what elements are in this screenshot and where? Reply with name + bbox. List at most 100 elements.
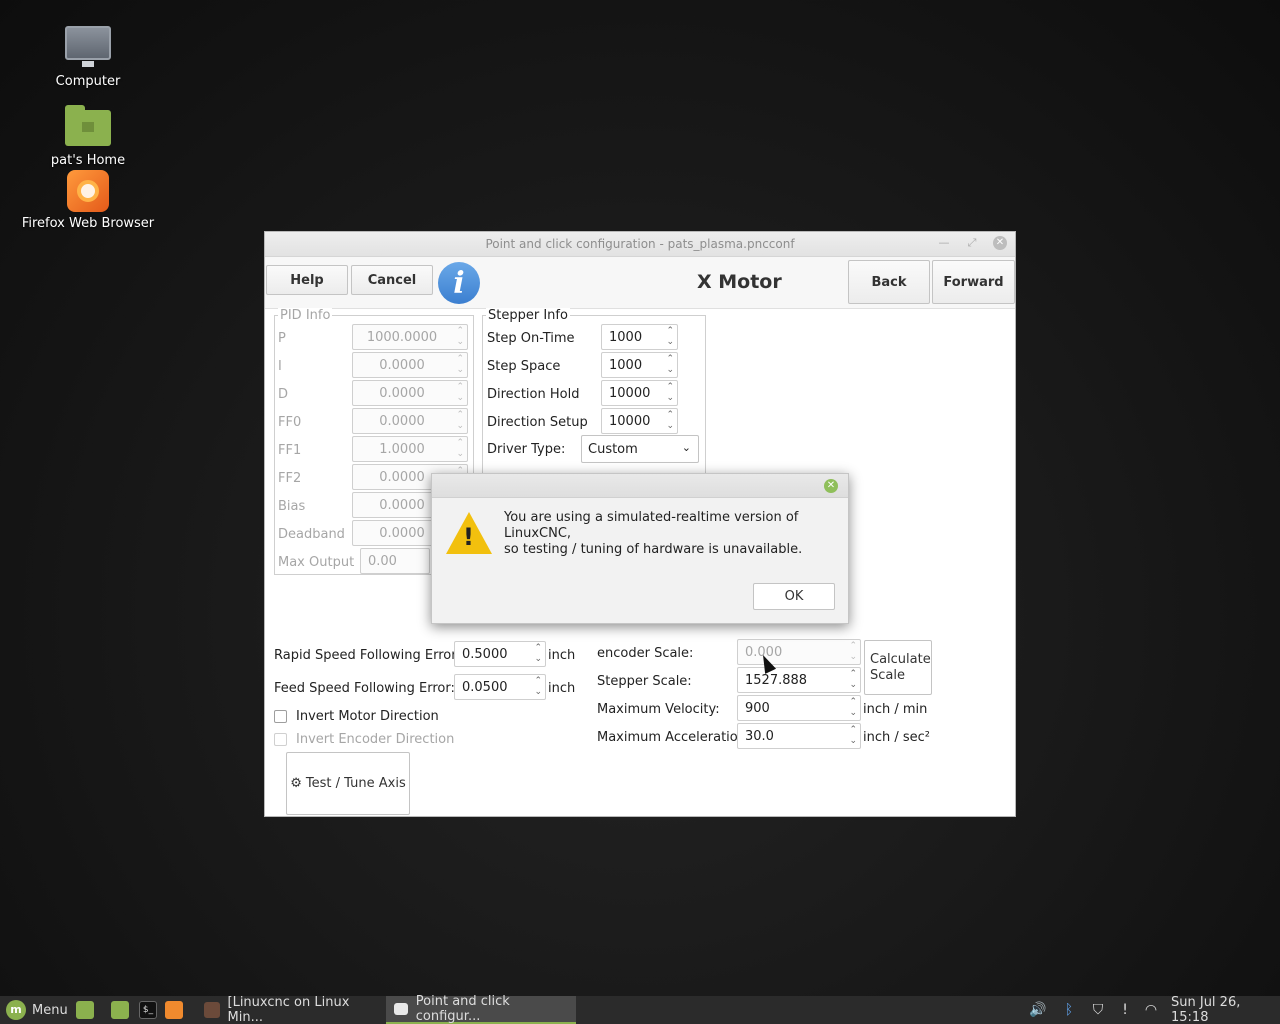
rapid-following-input[interactable]: 0.5000 ⌃ ⌄ <box>454 641 546 667</box>
taskbar-window-pncconf[interactable]: Point and click configur... <box>386 994 576 1024</box>
browser-icon <box>204 1002 220 1018</box>
gear-icon: ⚙ <box>290 776 302 791</box>
warning-dialog: ✕ ! You are using a simulated-realtime v… <box>431 473 849 624</box>
spin-arrows-icon[interactable]: ⌃ ⌄ <box>849 697 857 719</box>
toolbar: Help Cancel i X Motor Back Forward <box>265 257 1015 309</box>
pid-info-title: PID Info <box>278 308 333 323</box>
stepper-label: Step Space <box>487 359 561 374</box>
spin-arrows-icon[interactable]: ⌃ ⌄ <box>534 676 542 698</box>
max-acceleration-unit: inch / sec² <box>863 730 931 745</box>
spin-arrows-icon[interactable]: ⌃ ⌄ <box>534 643 542 665</box>
stepper-direction-setupinput[interactable]: 10000 ⌃ ⌄ <box>601 408 678 434</box>
close-icon[interactable]: ✕ <box>824 479 838 493</box>
taskbar-window-forum[interactable]: [Linuxcnc on Linux Min... <box>196 995 384 1024</box>
clock[interactable]: Sun Jul 26, 15:18 <box>1171 995 1280 1024</box>
spin-arrows-icon[interactable]: ⌃ ⌄ <box>666 382 674 404</box>
pid-p-input: 1000.0000 ⌃ ⌄ <box>352 324 468 350</box>
home-folder-icon <box>65 105 111 146</box>
computer-icon <box>65 26 111 67</box>
stepper-step-on-timeinput[interactable]: 1000 ⌃ ⌄ <box>601 324 678 350</box>
stepper-scale-input[interactable]: 1527.888 ⌃ ⌄ <box>737 667 861 693</box>
menu-button[interactable]: m Menu <box>6 996 68 1024</box>
window-titlebar[interactable]: Point and click configuration - pats_pla… <box>265 232 1015 257</box>
window-icon <box>394 1003 408 1015</box>
max-acceleration-label: Maximum Acceleration: <box>597 730 751 745</box>
mint-logo-icon: m <box>6 1000 26 1020</box>
close-icon[interactable]: ✕ <box>993 236 1007 250</box>
stepper-step-spaceinput[interactable]: 1000 ⌃ ⌄ <box>601 352 678 378</box>
show-desktop-launcher[interactable] <box>76 996 94 1024</box>
warning-exclamation-icon: ! <box>463 523 474 551</box>
pid-label: Max Output <box>278 555 355 570</box>
info-icon[interactable]: i <box>438 262 480 304</box>
dialog-titlebar[interactable]: ✕ <box>432 474 848 498</box>
page-title: X Motor <box>697 271 782 293</box>
desktop-icon <box>76 1001 94 1019</box>
calculate-scale-button[interactable]: Calculate Scale <box>864 640 932 695</box>
desktop-icon-firefox[interactable]: Firefox Web Browser <box>18 170 158 231</box>
pid-label: FF1 <box>278 443 302 458</box>
pid-label: FF2 <box>278 471 302 486</box>
cancel-button[interactable]: Cancel <box>351 265 433 295</box>
menu-label: Menu <box>32 1002 68 1018</box>
desktop-icon-home[interactable]: pat's Home <box>18 105 158 168</box>
spin-arrows-icon[interactable]: ⌃ ⌄ <box>666 410 674 432</box>
wifi-icon[interactable]: ◠ <box>1142 1001 1160 1019</box>
driver-type-label: Driver Type: <box>487 442 566 457</box>
feed-following-unit: inch <box>548 681 576 696</box>
checkbox-box[interactable] <box>274 710 287 723</box>
ok-button[interactable]: OK <box>753 583 835 610</box>
spin-arrows-icon: ⌃⌄ <box>456 326 464 347</box>
spin-arrows-icon[interactable]: ⌃ ⌄ <box>849 669 857 691</box>
desktop-icon-computer[interactable]: Computer <box>18 26 158 89</box>
taskbar-window-label: Point and click configur... <box>415 994 510 1024</box>
stepper-direction-holdinput[interactable]: 10000 ⌃ ⌄ <box>601 380 678 406</box>
driver-type-select[interactable]: Custom ⌄ <box>581 435 699 463</box>
help-button[interactable]: Help <box>266 265 348 295</box>
terminal-launcher[interactable]: $_ <box>139 996 157 1024</box>
spin-arrows-icon[interactable]: ⌃ ⌄ <box>666 326 674 348</box>
spin-arrows-icon: ⌃⌄ <box>849 641 857 662</box>
spin-arrows-icon: ⌃⌄ <box>456 382 464 403</box>
pid-label: Deadband <box>278 527 345 542</box>
terminal-icon: $_ <box>139 1001 157 1019</box>
desktop-icon-label: pat's Home <box>50 153 126 168</box>
spin-arrows-icon: ⌃⌄ <box>456 410 464 431</box>
folder-icon <box>111 1001 129 1019</box>
maximize-icon[interactable]: ⤢ <box>965 236 979 250</box>
firefox-launcher[interactable] <box>165 996 183 1024</box>
spin-arrows-icon[interactable]: ⌃ ⌄ <box>666 354 674 376</box>
pid-ff1-input: 1.0000 ⌃ ⌄ <box>352 436 468 462</box>
max-acceleration-input[interactable]: 30.0 ⌃ ⌄ <box>737 723 861 749</box>
test-tune-axis-button[interactable]: ⚙ Test / Tune Axis <box>286 752 410 815</box>
encoder-scale-label: encoder Scale: <box>597 646 694 661</box>
bluetooth-icon[interactable]: ᛒ <box>1060 1001 1078 1019</box>
firefox-icon <box>67 170 109 212</box>
spin-arrows-icon[interactable]: ⌃ ⌄ <box>849 725 857 747</box>
forward-button[interactable]: Forward <box>932 260 1015 304</box>
max-velocity-input[interactable]: 900 ⌃ ⌄ <box>737 695 861 721</box>
stepper-label: Step On-Time <box>487 331 575 346</box>
files-launcher[interactable] <box>111 996 129 1024</box>
pid-ff0-input: 0.0000 ⌃ ⌄ <box>352 408 468 434</box>
desktop-icon-label: Computer <box>55 74 121 89</box>
dialog-message: You are using a simulated-realtime versi… <box>504 510 848 558</box>
invert-motor-checkbox[interactable]: Invert Motor Direction <box>274 709 439 724</box>
minimize-icon[interactable]: — <box>937 236 951 250</box>
firefox-icon <box>165 1001 183 1019</box>
dialog-message-line: so testing / tuning of hardware is unava… <box>504 542 803 557</box>
stepper-label: Direction Setup <box>487 415 588 430</box>
chevron-down-icon: ⌄ <box>681 441 691 454</box>
clock-label: Sun Jul 26, 15:18 <box>1171 995 1241 1024</box>
shield-icon[interactable]: ⛉ <box>1089 1001 1107 1019</box>
max-velocity-unit: inch / min <box>863 702 928 717</box>
back-button[interactable]: Back <box>848 260 930 304</box>
stepper-label: Direction Hold <box>487 387 580 402</box>
driver-type-value: Custom <box>588 441 638 457</box>
feed-following-label: Feed Speed Following Error: <box>274 681 455 696</box>
taskbar: m Menu $_ [Linuxcnc on Linux Min... Poin… <box>0 994 1280 1024</box>
dialog-message-line: You are using a simulated-realtime versi… <box>504 510 799 541</box>
volume-icon[interactable]: 🔊 <box>1029 1001 1047 1019</box>
update-manager-icon[interactable]: ! <box>1116 1001 1134 1019</box>
feed-following-input[interactable]: 0.0500 ⌃ ⌄ <box>454 674 546 700</box>
